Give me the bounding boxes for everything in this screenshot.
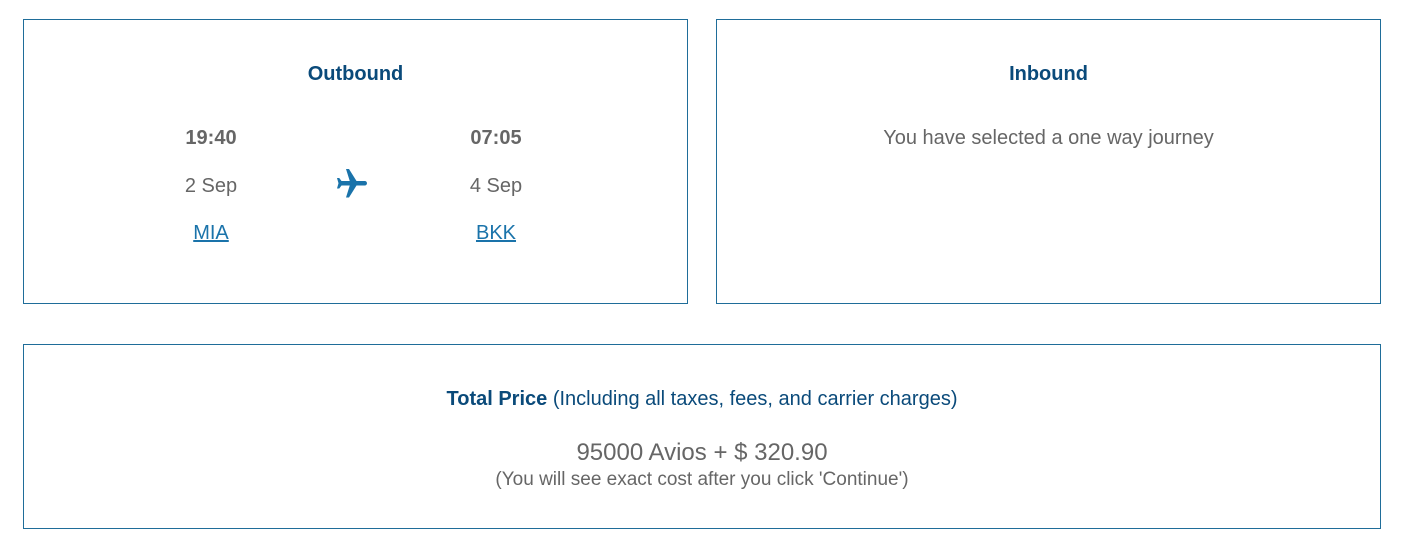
total-price-panel: Total Price (Including all taxes, fees, … bbox=[23, 344, 1381, 529]
outbound-title: Outbound bbox=[307, 63, 404, 85]
outbound-panel: Outbound 19:40 2 Sep MIA 07:05 4 Sep BKK bbox=[23, 19, 688, 304]
total-price-note: (You will see exact cost after you click… bbox=[495, 469, 909, 490]
departure-column: 19:40 2 Sep MIA bbox=[151, 20, 271, 303]
total-price-amount: 95000 Avios + $ 320.90 bbox=[576, 439, 828, 466]
arrival-date: 4 Sep bbox=[469, 175, 523, 197]
total-price-label: Total Price bbox=[446, 388, 548, 410]
airplane-icon bbox=[337, 169, 367, 198]
departure-airport-link[interactable]: MIA bbox=[151, 222, 271, 245]
arrival-time: 07:05 bbox=[470, 127, 522, 149]
total-price-label-note: (Including all taxes, fees, and carrier … bbox=[552, 388, 958, 410]
arrival-column: 07:05 4 Sep BKK bbox=[436, 20, 556, 303]
departure-date: 2 Sep bbox=[184, 175, 238, 197]
one-way-message: You have selected a one way journey bbox=[883, 127, 1214, 149]
departure-time: 19:40 bbox=[185, 127, 237, 149]
arrival-airport-link[interactable]: BKK bbox=[436, 222, 556, 245]
inbound-title: Inbound bbox=[1009, 63, 1088, 85]
inbound-panel: Inbound You have selected a one way jour… bbox=[716, 19, 1381, 304]
total-price-heading: Total Price (Including all taxes, fees, … bbox=[24, 388, 1380, 411]
